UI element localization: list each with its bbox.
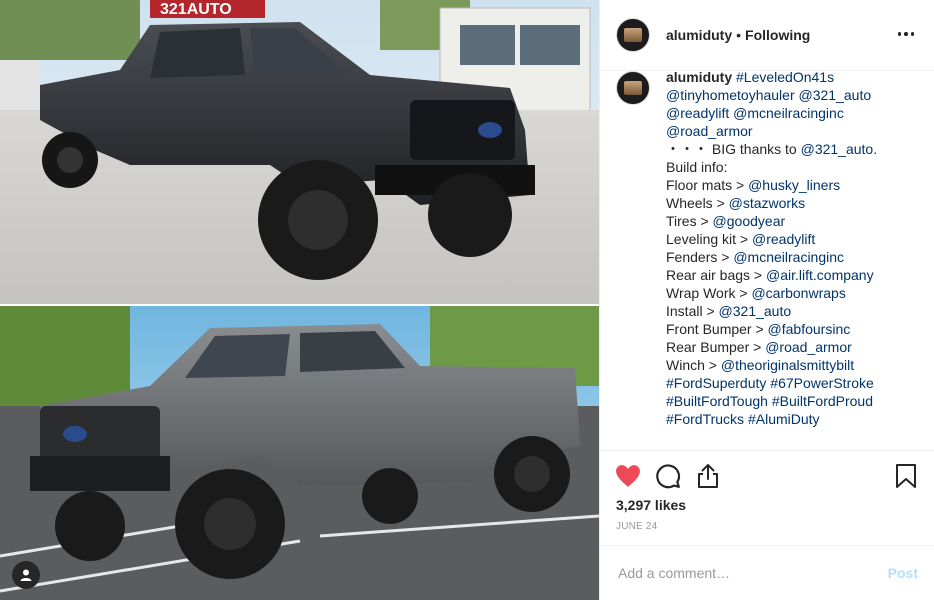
photo-top-black-truck: 321AUTO bbox=[0, 0, 599, 304]
mention-link[interactable]: @stazworks bbox=[729, 195, 805, 211]
mention-link[interactable]: @goodyear bbox=[713, 213, 786, 229]
caption-line: @road_armor bbox=[666, 122, 921, 140]
action-bar bbox=[600, 450, 934, 500]
hashtag-link[interactable]: #LeveledOn41s bbox=[736, 71, 834, 85]
caption-line: #FordTrucks #AlumiDuty bbox=[666, 410, 921, 428]
caption-line: Leveling kit > @readylift bbox=[666, 230, 921, 248]
hashtag-link[interactable]: #67PowerStroke bbox=[770, 375, 874, 391]
mention-link[interactable]: @readylift bbox=[666, 105, 729, 121]
caption-text-segment: Winch > bbox=[666, 357, 721, 373]
caption-line: Rear Bumper > @road_armor bbox=[666, 338, 921, 356]
mention-link[interactable]: @mcneilracinginc bbox=[733, 105, 844, 121]
caption-line: ・・・ BIG thanks to @321_auto. bbox=[666, 140, 921, 158]
mention-link[interactable]: @road_armor bbox=[765, 339, 852, 355]
mention-link[interactable]: @321_auto bbox=[799, 87, 872, 103]
user-tag-icon[interactable] bbox=[12, 561, 40, 589]
mention-link[interactable]: @321_auto bbox=[801, 141, 874, 157]
hashtag-link[interactable]: #FordSuperduty bbox=[666, 375, 766, 391]
caption-username[interactable]: alumiduty bbox=[666, 71, 732, 85]
caption-line: Winch > @theoriginalsmittybilt bbox=[666, 356, 921, 374]
caption-avatar[interactable] bbox=[616, 71, 650, 105]
caption-text-segment: Fenders > bbox=[666, 249, 734, 265]
hashtag-link[interactable]: #AlumiDuty bbox=[748, 411, 820, 427]
caption-text-segment: Wheels > bbox=[666, 195, 729, 211]
caption-line: #FordSuperduty #67PowerStroke bbox=[666, 374, 921, 392]
caption-line: Install > @321_auto bbox=[666, 302, 921, 320]
header-separator: • bbox=[736, 27, 742, 43]
avatar[interactable] bbox=[616, 18, 650, 52]
caption-text-segment: Floor mats > bbox=[666, 177, 749, 193]
caption-text: alumiduty #LeveledOn41s @tinyhometoyhaule… bbox=[666, 71, 921, 428]
mention-link[interactable]: @carbonwraps bbox=[751, 285, 845, 301]
caption-text-segment: Leveling kit > bbox=[666, 231, 752, 247]
caption-line: Floor mats > @husky_liners bbox=[666, 176, 921, 194]
mention-link[interactable]: @air.lift.company bbox=[766, 267, 874, 283]
post-sidebar: alumiduty • Following alumiduty #Leveled… bbox=[599, 0, 934, 600]
mention-link[interactable]: @tinyhometoyhauler bbox=[666, 87, 795, 103]
hashtag-link[interactable]: #BuiltFordTough bbox=[666, 393, 768, 409]
caption-line: @tinyhometoyhauler @321_auto bbox=[666, 86, 921, 104]
photo-bottom-grey-truck bbox=[0, 306, 599, 600]
caption-text-segment: . bbox=[873, 141, 878, 157]
mention-link[interactable]: @fabfoursinc bbox=[768, 321, 851, 337]
following-button[interactable]: Following bbox=[745, 27, 810, 43]
caption-text-segment: Install > bbox=[666, 303, 719, 319]
hashtag-link[interactable]: #FordTrucks bbox=[666, 411, 744, 427]
share-icon[interactable] bbox=[694, 462, 722, 490]
caption-line: Rear air bags > @air.lift.company bbox=[666, 266, 921, 284]
mention-link[interactable]: @readylift bbox=[752, 231, 815, 247]
caption-line: Wheels > @stazworks bbox=[666, 194, 921, 212]
caption-line: Tires > @goodyear bbox=[666, 212, 921, 230]
caption-line: Build info: bbox=[666, 158, 921, 176]
caption-text-segment: Wrap Work > bbox=[666, 285, 752, 301]
caption-trailing-dot: . bbox=[666, 439, 670, 449]
mention-link[interactable]: @mcneilracinginc bbox=[733, 249, 844, 265]
likes-count[interactable]: 3,297 likes bbox=[616, 497, 686, 513]
caption-text-segment: Front Bumper > bbox=[666, 321, 768, 337]
caption-text-segment: Build info: bbox=[666, 159, 728, 175]
more-options-icon[interactable] bbox=[894, 22, 918, 46]
caption-line: Fenders > @mcneilracinginc bbox=[666, 248, 921, 266]
post-button[interactable]: Post bbox=[888, 565, 918, 581]
bookmark-icon[interactable] bbox=[892, 462, 920, 490]
mention-link[interactable]: @theoriginalsmittybilt bbox=[721, 357, 854, 373]
caption-line: #BuiltFordTough #BuiltFordProud bbox=[666, 392, 921, 410]
hashtag-link[interactable]: #BuiltFordProud bbox=[772, 393, 873, 409]
comment-icon[interactable] bbox=[654, 462, 682, 490]
caption-line: @readylift @mcneilracinginc bbox=[666, 104, 921, 122]
caption-line: Front Bumper > @fabfoursinc bbox=[666, 320, 921, 338]
caption-text-segment: Rear Bumper > bbox=[666, 339, 766, 355]
comment-input[interactable] bbox=[616, 564, 888, 582]
caption-text-segment: Rear air bags > bbox=[666, 267, 766, 283]
header-username[interactable]: alumiduty bbox=[666, 27, 732, 43]
sign-text: 321AUTO bbox=[160, 1, 232, 18]
comment-bar: Post bbox=[600, 545, 934, 600]
caption-text-segment: ・・・ BIG thanks to bbox=[666, 141, 801, 157]
mention-link[interactable]: @321_auto bbox=[719, 303, 792, 319]
post-header: alumiduty • Following bbox=[600, 0, 934, 71]
mention-link[interactable]: @road_armor bbox=[666, 123, 753, 139]
post-date[interactable]: JUNE 24 bbox=[616, 521, 657, 532]
post-window: 321AUTO alumiduty • Following alumiduty … bbox=[0, 0, 934, 600]
caption-area: alumiduty #LeveledOn41s @tinyhometoyhaule… bbox=[600, 71, 934, 449]
heart-icon[interactable] bbox=[614, 462, 642, 490]
caption-line: Wrap Work > @carbonwraps bbox=[666, 284, 921, 302]
mention-link[interactable]: @husky_liners bbox=[748, 177, 840, 193]
caption-line: #LeveledOn41s bbox=[736, 71, 834, 85]
post-media[interactable]: 321AUTO bbox=[0, 0, 599, 600]
caption-text-segment: Tires > bbox=[666, 213, 713, 229]
